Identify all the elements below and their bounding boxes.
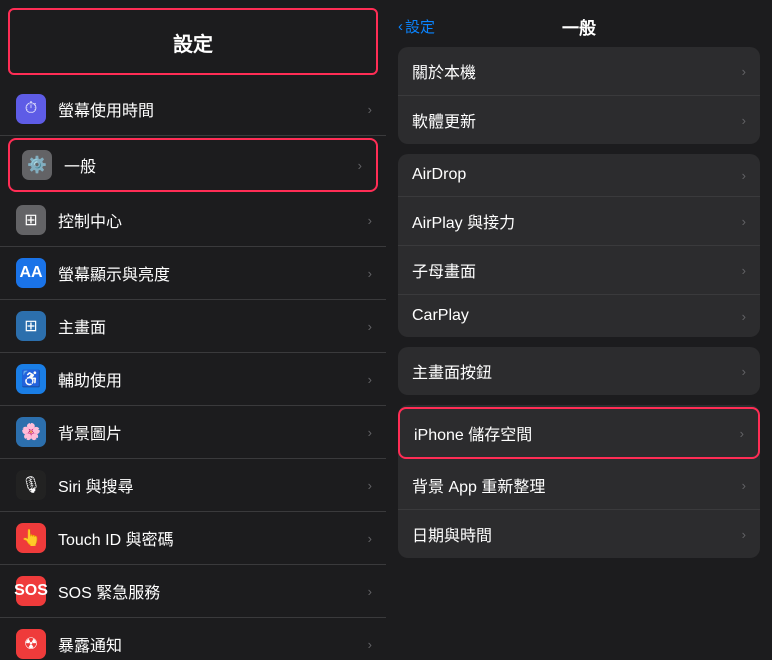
page-title: 一般 (562, 14, 596, 39)
sidebar-item-accessibility[interactable]: ♿ 輔助使用 › (0, 353, 386, 406)
exposure-label: 暴露通知 (58, 632, 370, 656)
home-chevron-icon: › (368, 319, 372, 334)
general-label: 一般 (64, 153, 364, 177)
display-icon: AA (16, 258, 46, 288)
sos-icon: SOS (16, 576, 46, 606)
touchid-label: Touch ID 與密碼 (58, 526, 370, 550)
right-item-storage[interactable]: iPhone 儲存空間 › (398, 407, 760, 459)
carplay-label: CarPlay (412, 307, 742, 325)
pictureinpicture-chevron-icon: › (742, 263, 746, 278)
sos-label: SOS 緊急服務 (58, 579, 370, 603)
sidebar-item-siri[interactable]: 🎙 Siri 與搜尋 › (0, 459, 386, 512)
bgapp-label: 背景 App 重新整理 (412, 473, 742, 497)
right-item-airplay[interactable]: AirPlay 與接力 › (398, 197, 760, 246)
right-item-pictureinpicture[interactable]: 子母畫面 › (398, 246, 760, 295)
homebutton-label: 主畫面按鈕 (412, 359, 742, 383)
back-button[interactable]: ‹ 設定 (398, 16, 435, 37)
display-label: 螢幕顯示與亮度 (58, 261, 370, 285)
sidebar-item-exposure[interactable]: ☢ 暴露通知 › (0, 618, 386, 660)
airdrop-label: AirDrop (412, 166, 742, 184)
general-chevron-icon: › (358, 158, 362, 173)
right-item-homebutton[interactable]: 主畫面按鈕 › (398, 347, 760, 395)
bgapp-chevron-icon: › (742, 478, 746, 493)
datetime-label: 日期與時間 (412, 522, 742, 546)
exposure-chevron-icon: › (368, 637, 372, 652)
display-chevron-icon: › (368, 266, 372, 281)
back-label: 設定 (405, 16, 435, 37)
wallpaper-icon: 🌸 (16, 417, 46, 447)
siri-label: Siri 與搜尋 (58, 473, 370, 497)
screentime-label: 螢幕使用時間 (58, 97, 370, 121)
right-item-update[interactable]: 軟體更新 › (398, 96, 760, 144)
touchid-icon: 👆 (16, 523, 46, 553)
storage-chevron-icon: › (740, 426, 744, 441)
sidebar-item-home[interactable]: ⊞ 主畫面 › (0, 300, 386, 353)
control-chevron-icon: › (368, 213, 372, 228)
accessibility-label: 輔助使用 (58, 367, 370, 391)
update-chevron-icon: › (742, 113, 746, 128)
homebutton-chevron-icon: › (742, 364, 746, 379)
control-icon: ⊞ (16, 205, 46, 235)
sidebar-item-wallpaper[interactable]: 🌸 背景圖片 › (0, 406, 386, 459)
airplay-chevron-icon: › (742, 214, 746, 229)
siri-icon: 🎙 (16, 470, 46, 500)
about-label: 關於本機 (412, 59, 742, 83)
settings-header: 設定 (8, 8, 378, 75)
right-panel: ‹ 設定 一般 關於本機 › 軟體更新 › AirDrop › AirPlay … (386, 0, 772, 660)
sidebar-item-touchid[interactable]: 👆 Touch ID 與密碼 › (0, 512, 386, 565)
right-item-datetime[interactable]: 日期與時間 › (398, 510, 760, 558)
right-item-carplay[interactable]: CarPlay › (398, 295, 760, 337)
settings-title: 設定 (26, 28, 360, 63)
exposure-icon: ☢ (16, 629, 46, 659)
right-group-group3: 主畫面按鈕 › (398, 347, 760, 395)
carplay-chevron-icon: › (742, 309, 746, 324)
pictureinpicture-label: 子母畫面 (412, 258, 742, 282)
right-list: 關於本機 › 軟體更新 › AirDrop › AirPlay 與接力 › 子母… (386, 47, 772, 660)
accessibility-chevron-icon: › (368, 372, 372, 387)
siri-chevron-icon: › (368, 478, 372, 493)
update-label: 軟體更新 (412, 108, 742, 132)
right-group-group2: AirDrop › AirPlay 與接力 › 子母畫面 › CarPlay › (398, 154, 760, 337)
airdrop-chevron-icon: › (742, 168, 746, 183)
right-item-about[interactable]: 關於本機 › (398, 47, 760, 96)
sidebar-item-sos[interactable]: SOS SOS 緊急服務 › (0, 565, 386, 618)
home-icon: ⊞ (16, 311, 46, 341)
wallpaper-chevron-icon: › (368, 425, 372, 440)
right-group-group1: 關於本機 › 軟體更新 › (398, 47, 760, 144)
home-label: 主畫面 (58, 314, 370, 338)
storage-label: iPhone 儲存空間 (414, 421, 740, 445)
airplay-label: AirPlay 與接力 (412, 209, 742, 233)
about-chevron-icon: › (742, 64, 746, 79)
sidebar-item-display[interactable]: AA 螢幕顯示與亮度 › (0, 247, 386, 300)
left-panel: 設定 ⏱ 螢幕使用時間 › ⚙️ 一般 › ⊞ 控制中心 › AA 螢幕顯示與亮… (0, 0, 386, 660)
settings-list: ⏱ 螢幕使用時間 › ⚙️ 一般 › ⊞ 控制中心 › AA 螢幕顯示與亮度 ›… (0, 75, 386, 660)
screentime-icon: ⏱ (16, 94, 46, 124)
sos-chevron-icon: › (368, 584, 372, 599)
back-chevron-icon: ‹ (398, 18, 403, 35)
wallpaper-label: 背景圖片 (58, 420, 370, 444)
screentime-chevron-icon: › (368, 102, 372, 117)
control-label: 控制中心 (58, 208, 370, 232)
sidebar-item-control[interactable]: ⊞ 控制中心 › (0, 194, 386, 247)
sidebar-item-general[interactable]: ⚙️ 一般 › (8, 138, 378, 192)
sidebar-item-screentime[interactable]: ⏱ 螢幕使用時間 › (0, 83, 386, 136)
general-icon: ⚙️ (22, 150, 52, 180)
right-item-bgapp[interactable]: 背景 App 重新整理 › (398, 461, 760, 510)
datetime-chevron-icon: › (742, 527, 746, 542)
right-group-group4: iPhone 儲存空間 › 背景 App 重新整理 › 日期與時間 › (398, 405, 760, 558)
right-item-airdrop[interactable]: AirDrop › (398, 154, 760, 197)
touchid-chevron-icon: › (368, 531, 372, 546)
right-header: ‹ 設定 一般 (386, 0, 772, 47)
accessibility-icon: ♿ (16, 364, 46, 394)
